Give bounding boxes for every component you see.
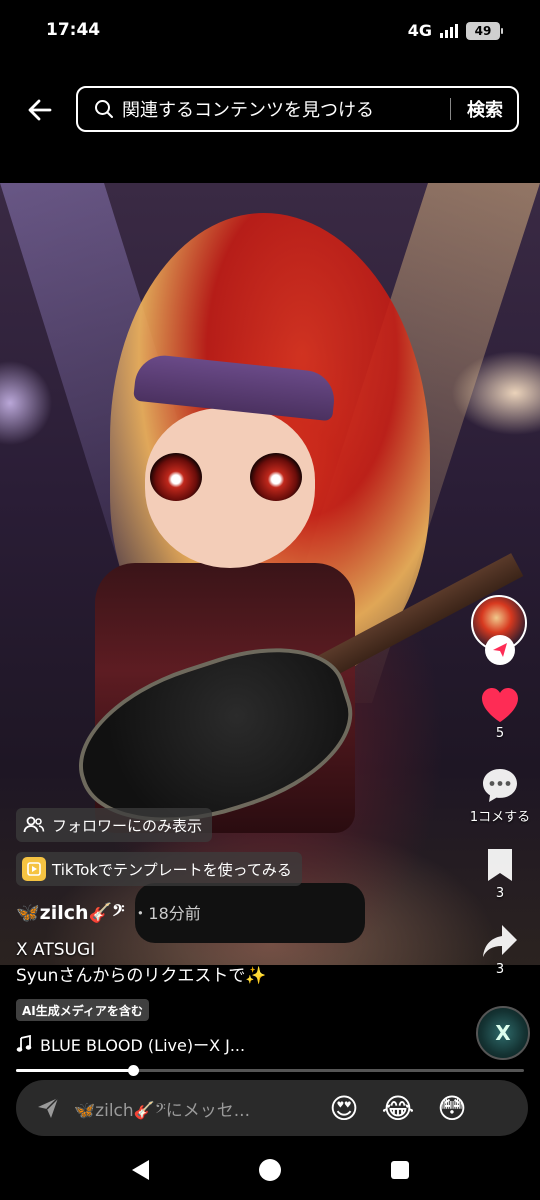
search-input[interactable]: 関連するコンテンツを見つける — [122, 96, 450, 122]
like-button[interactable]: 5 — [470, 686, 530, 741]
followers-only-badge: フォロワーにのみ表示 — [16, 808, 213, 842]
comment-bar: 🦋zilch🎸𝄢にメッセ... 😍 😂 😳 — [16, 1080, 528, 1136]
emoji-laughing-button[interactable]: 😂 — [378, 1088, 418, 1128]
bookmark-button[interactable]: 3 — [470, 846, 530, 901]
search-icon — [94, 98, 116, 120]
video-player[interactable] — [0, 183, 540, 965]
music-note-icon — [16, 1035, 32, 1052]
status-bar: 17:44 4G 49 — [0, 0, 540, 62]
share-icon — [483, 925, 517, 957]
post-time: ・18分前 — [132, 904, 201, 923]
username-link[interactable]: 🦋zilch🎸𝄢 — [16, 901, 124, 924]
status-time: 17:44 — [46, 20, 101, 40]
circle-home-icon — [259, 1159, 281, 1181]
music-title: BLUE BLOOD (Live)ーX J... — [40, 1036, 246, 1055]
caption-line: X ATSUGI — [16, 940, 96, 960]
caption[interactable]: X ATSUGI Syunさんからのリクエストで✨ — [16, 937, 267, 989]
bookmark-count: 3 — [495, 886, 505, 901]
heart-icon — [482, 688, 518, 722]
followers-only-label: フォロワーにのみ表示 — [52, 816, 203, 835]
character-eye — [150, 453, 202, 501]
progress-thumb[interactable] — [127, 1065, 139, 1076]
triangle-back-icon — [132, 1160, 149, 1180]
send-icon — [493, 643, 507, 657]
bookmark-icon — [488, 849, 512, 881]
music-info[interactable]: BLUE BLOOD (Live)ーX J... — [16, 1032, 245, 1056]
emoji-heart-eyes-button[interactable]: 😍 — [324, 1088, 364, 1128]
comment-button[interactable]: 1コメする — [470, 766, 530, 825]
search-bar: 関連するコンテンツを見つける 検索 — [76, 86, 519, 132]
signal-icon — [440, 23, 458, 38]
people-icon — [22, 813, 46, 837]
network-type: 4G — [407, 21, 432, 40]
template-label: TikTokでテンプレートを使ってみる — [52, 860, 292, 879]
search-button[interactable]: 検索 — [451, 96, 517, 122]
comment-count: 1コメする — [469, 810, 531, 825]
ai-generated-label[interactable]: AI生成メディアを含む — [16, 999, 149, 1021]
comment-input[interactable]: 🦋zilch🎸𝄢にメッセ... — [74, 1096, 310, 1121]
status-indicators: 4G 49 — [407, 21, 503, 40]
nav-back-button[interactable] — [125, 1155, 155, 1185]
nav-home-button[interactable] — [255, 1155, 285, 1185]
like-count: 5 — [495, 726, 505, 741]
music-disc[interactable]: X — [476, 1006, 530, 1060]
template-icon — [22, 857, 46, 881]
emoji-flushed-button[interactable]: 😳 — [432, 1088, 472, 1128]
comment-icon — [483, 769, 517, 802]
square-recents-icon — [391, 1161, 409, 1179]
username-row: 🦋zilch🎸𝄢 ・18分前 — [16, 900, 201, 924]
battery-icon: 49 — [466, 21, 503, 40]
character-eye — [250, 453, 302, 501]
follow-button[interactable] — [485, 635, 515, 665]
share-button[interactable]: 3 — [470, 922, 530, 977]
template-button[interactable]: TikTokでテンプレートを使ってみる — [16, 852, 302, 886]
system-nav-bar — [0, 1140, 540, 1200]
send-icon — [34, 1094, 62, 1122]
progress-fill — [16, 1069, 133, 1072]
caption-line: Syunさんからのリクエストで✨ — [16, 966, 267, 986]
share-count: 3 — [495, 962, 505, 977]
nav-recents-button[interactable] — [385, 1155, 415, 1185]
arrow-left-icon — [28, 99, 52, 121]
creator-avatar[interactable] — [471, 595, 527, 665]
back-button[interactable] — [22, 92, 58, 128]
video-progress-bar[interactable] — [16, 1065, 524, 1076]
